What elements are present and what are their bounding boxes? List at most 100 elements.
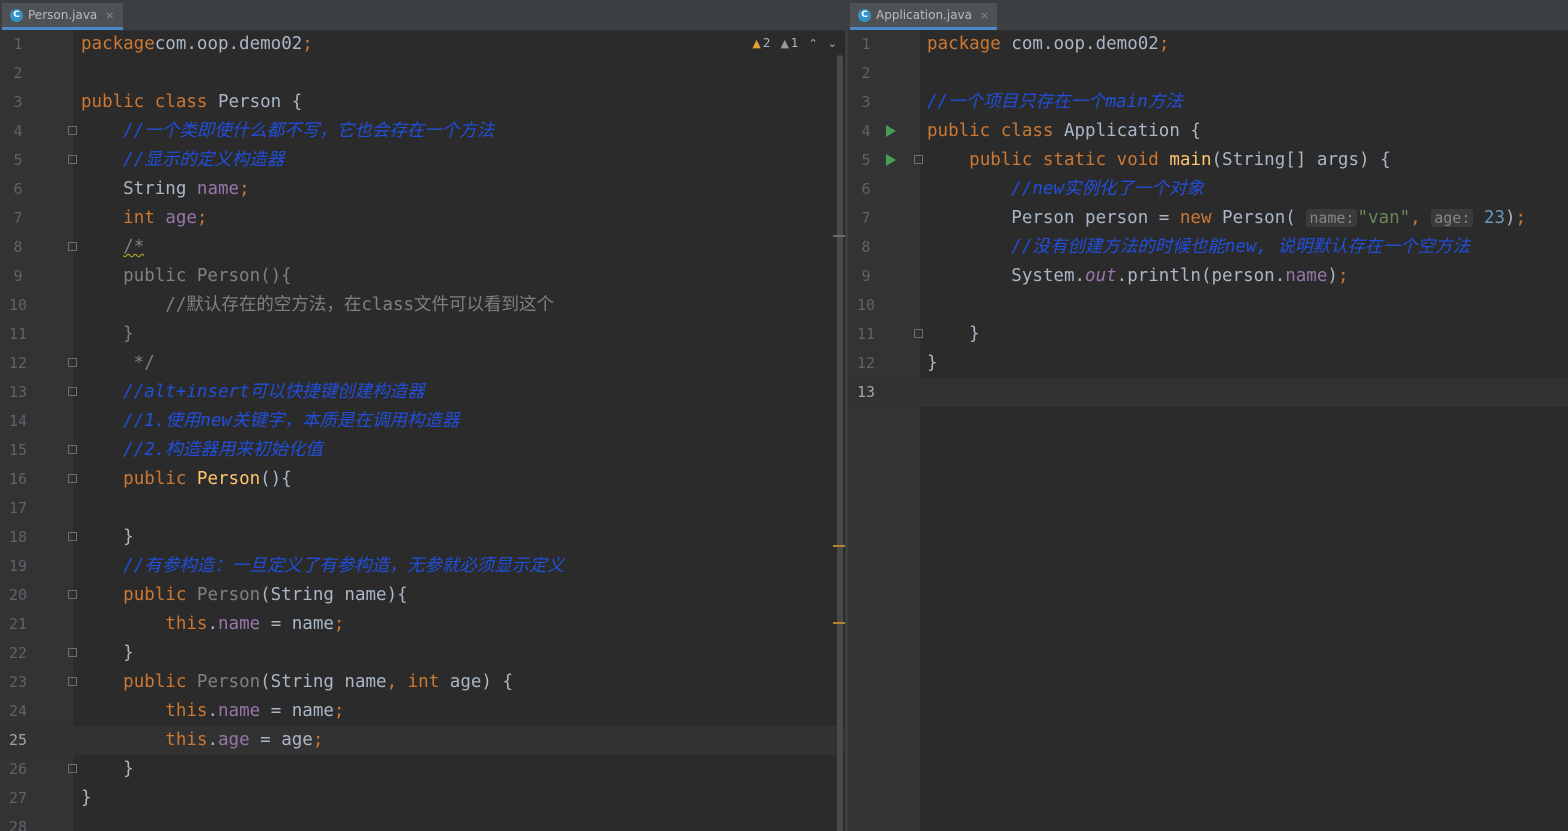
- line-number[interactable]: 11: [0, 320, 36, 349]
- code-line[interactable]: 1 package com.oop.demo02;: [848, 30, 1568, 59]
- code-text[interactable]: }: [81, 755, 134, 784]
- fold-marker-icon[interactable]: [914, 155, 923, 164]
- fold-marker-icon[interactable]: [68, 155, 77, 164]
- code-line[interactable]: 8 /*: [0, 233, 845, 262]
- line-number[interactable]: 21: [0, 610, 36, 639]
- line-number[interactable]: 27: [0, 784, 36, 813]
- code-text[interactable]: package com.oop.demo02;: [927, 30, 1169, 59]
- line-number[interactable]: 2: [848, 59, 884, 88]
- fold-marker-icon[interactable]: [68, 126, 77, 135]
- code-text[interactable]: */: [81, 349, 155, 378]
- fold-marker-icon[interactable]: [68, 242, 77, 251]
- fold-marker-icon[interactable]: [68, 532, 77, 541]
- code-line[interactable]: 23 public Person(String name, int age) {: [0, 668, 845, 697]
- code-line[interactable]: 10: [848, 291, 1568, 320]
- line-number[interactable]: 8: [848, 233, 884, 262]
- line-number[interactable]: 9: [848, 262, 884, 291]
- line-number[interactable]: 2: [0, 59, 36, 88]
- code-text[interactable]: //没有创建方法的时候也能new, 说明默认存在一个空方法: [927, 233, 1470, 262]
- line-number[interactable]: 28: [0, 813, 36, 831]
- code-line[interactable]: 24 this.name = name;: [0, 697, 845, 726]
- code-line[interactable]: 10 //默认存在的空方法，在class文件可以看到这个: [0, 291, 845, 320]
- line-number[interactable]: 18: [0, 523, 36, 552]
- close-tab-icon[interactable]: ×: [105, 9, 114, 22]
- close-tab-icon[interactable]: ×: [980, 9, 989, 22]
- code-line[interactable]: 7 Person person = new Person( name: "van"…: [848, 204, 1568, 233]
- code-text[interactable]: this.name = name;: [81, 697, 344, 726]
- line-number[interactable]: 4: [848, 117, 884, 146]
- fold-marker-icon[interactable]: [914, 329, 923, 338]
- line-number[interactable]: 12: [0, 349, 36, 378]
- line-number[interactable]: 6: [848, 175, 884, 204]
- code-line[interactable]: 11 }: [0, 320, 845, 349]
- fold-marker-icon[interactable]: [68, 358, 77, 367]
- code-line[interactable]: 9 System.out.println(person.name);: [848, 262, 1568, 291]
- code-line[interactable]: 22 }: [0, 639, 845, 668]
- code-text[interactable]: public class Person {: [81, 88, 302, 117]
- tab-person-java[interactable]: C Person.java ×: [2, 3, 123, 30]
- code-text[interactable]: //1.使用new关键字，本质是在调用构造器: [81, 407, 459, 436]
- run-gutter-icon[interactable]: [886, 154, 896, 166]
- warnings-count[interactable]: ▲ 2: [752, 36, 770, 50]
- code-text[interactable]: this.age = age;: [81, 726, 323, 755]
- line-number[interactable]: 24: [0, 697, 36, 726]
- code-line[interactable]: 12 */: [0, 349, 845, 378]
- code-text[interactable]: }: [81, 639, 134, 668]
- run-gutter-icon[interactable]: [886, 125, 896, 137]
- code-line[interactable]: 5 public static void main(String[] args)…: [848, 146, 1568, 175]
- code-line[interactable]: 7 int age;: [0, 204, 845, 233]
- line-number[interactable]: 25: [0, 726, 36, 755]
- line-number[interactable]: 16: [0, 465, 36, 494]
- code-line[interactable]: 4 //一个类即使什么都不写，它也会存在一个方法: [0, 117, 845, 146]
- line-number[interactable]: 13: [848, 378, 884, 407]
- fold-marker-icon[interactable]: [68, 764, 77, 773]
- code-line[interactable]: 15 //2.构造器用来初始化值: [0, 436, 845, 465]
- code-text[interactable]: public Person(String name){: [81, 581, 408, 610]
- code-line[interactable]: 6 //new实例化了一个对象: [848, 175, 1568, 204]
- code-text[interactable]: /*: [81, 233, 144, 262]
- line-number[interactable]: 9: [0, 262, 36, 291]
- code-line[interactable]: 13 //alt+insert可以快捷键创建构造器: [0, 378, 845, 407]
- code-text[interactable]: }: [927, 349, 938, 378]
- code-text[interactable]: //alt+insert可以快捷键创建构造器: [81, 378, 424, 407]
- code-line[interactable]: 3 //一个项目只存在一个main方法: [848, 88, 1568, 117]
- line-number[interactable]: 10: [0, 291, 36, 320]
- tab-application-java[interactable]: C Application.java ×: [850, 3, 998, 30]
- line-number[interactable]: 19: [0, 552, 36, 581]
- error-stripe-mark[interactable]: [833, 622, 845, 624]
- line-number[interactable]: 5: [0, 146, 36, 175]
- line-number[interactable]: 12: [848, 349, 884, 378]
- code-line[interactable]: 16 public Person(){: [0, 465, 845, 494]
- code-line[interactable]: 17: [0, 494, 845, 523]
- code-text[interactable]: public Person(){: [81, 465, 292, 494]
- line-number[interactable]: 23: [0, 668, 36, 697]
- code-text[interactable]: Person person = new Person( name: "van", …: [927, 204, 1526, 233]
- fold-marker-icon[interactable]: [68, 474, 77, 483]
- code-line[interactable]: 14 //1.使用new关键字，本质是在调用构造器: [0, 407, 845, 436]
- line-number[interactable]: 8: [0, 233, 36, 262]
- code-text[interactable]: //一个类即使什么都不写，它也会存在一个方法: [81, 117, 494, 146]
- code-line[interactable]: 9 public Person(){: [0, 262, 845, 291]
- code-text[interactable]: }: [81, 784, 92, 813]
- code-text[interactable]: public class Application {: [927, 117, 1201, 146]
- fold-marker-icon[interactable]: [68, 590, 77, 599]
- scrollbar-thumb[interactable]: [837, 55, 843, 831]
- line-number[interactable]: 17: [0, 494, 36, 523]
- line-number[interactable]: 22: [0, 639, 36, 668]
- code-line[interactable]: 12}: [848, 349, 1568, 378]
- line-number[interactable]: 6: [0, 175, 36, 204]
- code-text[interactable]: //一个项目只存在一个main方法: [927, 88, 1183, 117]
- code-text[interactable]: //2.构造器用来初始化值: [81, 436, 323, 465]
- code-text[interactable]: //有参构造：一旦定义了有参构造，无参就必须显示定义: [81, 552, 564, 581]
- code-text[interactable]: //new实例化了一个对象: [927, 175, 1204, 204]
- code-text[interactable]: //默认存在的空方法，在class文件可以看到这个: [81, 291, 554, 320]
- code-text[interactable]: public Person(String name, int age) {: [81, 668, 513, 697]
- line-number[interactable]: 15: [0, 436, 36, 465]
- code-line[interactable]: 5 //显示的定义构造器: [0, 146, 845, 175]
- line-number[interactable]: 10: [848, 291, 884, 320]
- code-text[interactable]: packagecom.oop.demo02;: [81, 30, 313, 59]
- code-text[interactable]: String name;: [81, 175, 249, 204]
- code-text[interactable]: //显示的定义构造器: [81, 146, 284, 175]
- code-text[interactable]: int age;: [81, 204, 207, 233]
- line-number[interactable]: 7: [848, 204, 884, 233]
